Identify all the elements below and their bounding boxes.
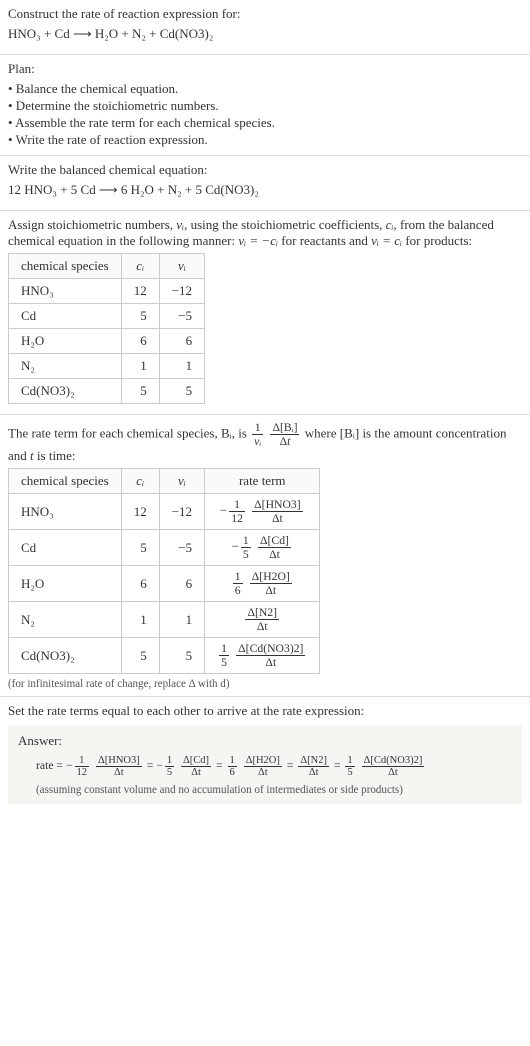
balanced-block: Write the balanced chemical equation: 12… xyxy=(0,156,530,211)
cell-rateterm: 16 Δ[H2O]Δt xyxy=(205,566,320,602)
cell-species: Cd xyxy=(9,530,122,566)
th-rateterm: rate term xyxy=(205,469,320,494)
plan-block: Plan: • Balance the chemical equation. •… xyxy=(0,55,530,156)
rateterm-block: The rate term for each chemical species,… xyxy=(0,415,530,697)
unbalanced-equation: HNO₃ + Cd ⟶ H₂O + N₂ + Cd(NO3)₂ xyxy=(8,26,522,42)
answer-label: Answer: xyxy=(18,733,512,749)
table-row: N₂ 1 1 Δ[N2]Δt xyxy=(9,602,320,638)
rateterm-table: chemical species cᵢ νᵢ rate term HNO₃ 12… xyxy=(8,468,320,674)
cell-nui: 1 xyxy=(159,354,204,379)
question-text: Construct the rate of reaction expressio… xyxy=(8,6,522,22)
c-i: cᵢ xyxy=(386,217,394,232)
question-block: Construct the rate of reaction expressio… xyxy=(0,0,530,55)
cell-species: HNO₃ xyxy=(9,279,122,304)
cell-species: HNO₃ xyxy=(9,494,122,530)
table-row: H₂O 6 6 16 Δ[H2O]Δt xyxy=(9,566,320,602)
rateterm-text: The rate term for each chemical species,… xyxy=(8,421,522,464)
table-row: H₂O66 xyxy=(9,329,205,354)
th-species: chemical species xyxy=(9,469,122,494)
th-ci: cᵢ xyxy=(121,254,159,279)
cell-ci: 12 xyxy=(121,494,159,530)
table-row: N₂11 xyxy=(9,354,205,379)
table-row: HNO₃12−12 xyxy=(9,279,205,304)
cell-species: H₂O xyxy=(9,566,122,602)
stoich-text-b: , using the stoichiometric coefficients, xyxy=(184,217,386,232)
th-nui: νᵢ xyxy=(159,254,204,279)
cell-ci: 5 xyxy=(121,638,159,674)
plan-item-2: • Determine the stoichiometric numbers. xyxy=(8,98,522,114)
cell-ci: 1 xyxy=(121,602,159,638)
table-row: Cd(NO3)₂ 5 5 15 Δ[Cd(NO3)2]Δt xyxy=(9,638,320,674)
table-row: Cd5−5 xyxy=(9,304,205,329)
cell-ci: 6 xyxy=(121,329,159,354)
cell-nui: 1 xyxy=(159,602,204,638)
cell-nui: −5 xyxy=(159,530,204,566)
table-header-row: chemical species cᵢ νᵢ rate term xyxy=(9,469,320,494)
cell-species: Cd(NO3)₂ xyxy=(9,638,122,674)
cell-rateterm: −112 Δ[HNO3]Δt xyxy=(205,494,320,530)
cell-species: N₂ xyxy=(9,354,122,379)
plan-header: Plan: xyxy=(8,61,522,77)
balanced-equation: 12 HNO₃ + 5 Cd ⟶ 6 H₂O + N₂ + 5 Cd(NO3)₂ xyxy=(8,182,522,198)
cell-ci: 6 xyxy=(121,566,159,602)
nu-i: νᵢ xyxy=(176,217,184,232)
cell-species: N₂ xyxy=(9,602,122,638)
answer-footnote: (assuming constant volume and no accumul… xyxy=(36,784,512,796)
cell-ci: 12 xyxy=(121,279,159,304)
answer-box: Answer: rate = −112 Δ[HNO3]Δt = −15 Δ[Cd… xyxy=(8,725,522,804)
stoich-text-e: for products: xyxy=(402,233,472,248)
stoich-text-d: for reactants and xyxy=(278,233,371,248)
table-header-row: chemical species cᵢ νᵢ xyxy=(9,254,205,279)
stoich-block: Assign stoichiometric numbers, νᵢ, using… xyxy=(0,211,530,415)
table-row: Cd 5 −5 −15 Δ[Cd]Δt xyxy=(9,530,320,566)
one-over-nu: 1νᵢ xyxy=(252,421,263,448)
cell-ci: 5 xyxy=(121,530,159,566)
plan-item-1: • Balance the chemical equation. xyxy=(8,81,522,97)
table-row: HNO₃ 12 −12 −112 Δ[HNO3]Δt xyxy=(9,494,320,530)
nu-eq-reactants: νᵢ = −cᵢ xyxy=(238,233,278,248)
cell-ci: 1 xyxy=(121,354,159,379)
plan-item-4: • Write the rate of reaction expression. xyxy=(8,132,522,148)
answer-intro: Set the rate terms equal to each other t… xyxy=(8,703,522,719)
cell-species: H₂O xyxy=(9,329,122,354)
cell-rateterm: Δ[N2]Δt xyxy=(205,602,320,638)
nu-eq-products: νᵢ = cᵢ xyxy=(371,233,402,248)
cell-species: Cd(NO3)₂ xyxy=(9,379,122,404)
cell-nui: −12 xyxy=(159,494,204,530)
stoich-text: Assign stoichiometric numbers, νᵢ, using… xyxy=(8,217,522,249)
rate-expression: rate = −112 Δ[HNO3]Δt = −15 Δ[Cd]Δt = 16… xyxy=(36,755,512,778)
cell-rateterm: 15 Δ[Cd(NO3)2]Δt xyxy=(205,638,320,674)
stoich-table: chemical species cᵢ νᵢ HNO₃12−12 Cd5−5 H… xyxy=(8,253,205,404)
cell-nui: −12 xyxy=(159,279,204,304)
stoich-text-a: Assign stoichiometric numbers, xyxy=(8,217,176,232)
infinitesimal-note: (for infinitesimal rate of change, repla… xyxy=(8,678,522,690)
cell-ci: 5 xyxy=(121,304,159,329)
cell-ci: 5 xyxy=(121,379,159,404)
th-nui: νᵢ xyxy=(159,469,204,494)
cell-nui: 6 xyxy=(159,566,204,602)
cell-rateterm: −15 Δ[Cd]Δt xyxy=(205,530,320,566)
cell-species: Cd xyxy=(9,304,122,329)
th-species: chemical species xyxy=(9,254,122,279)
table-row: Cd(NO3)₂55 xyxy=(9,379,205,404)
cell-nui: −5 xyxy=(159,304,204,329)
answer-block: Set the rate terms equal to each other t… xyxy=(0,697,530,810)
cell-nui: 6 xyxy=(159,329,204,354)
plan-item-3: • Assemble the rate term for each chemic… xyxy=(8,115,522,131)
rateterm-text-a: The rate term for each chemical species,… xyxy=(8,425,250,440)
balanced-heading: Write the balanced chemical equation: xyxy=(8,162,522,178)
rateterm-text-c: is time: xyxy=(34,448,76,463)
cell-nui: 5 xyxy=(159,379,204,404)
dBi-dt: Δ[Bᵢ]Δt xyxy=(270,421,299,448)
th-ci: cᵢ xyxy=(121,469,159,494)
cell-nui: 5 xyxy=(159,638,204,674)
